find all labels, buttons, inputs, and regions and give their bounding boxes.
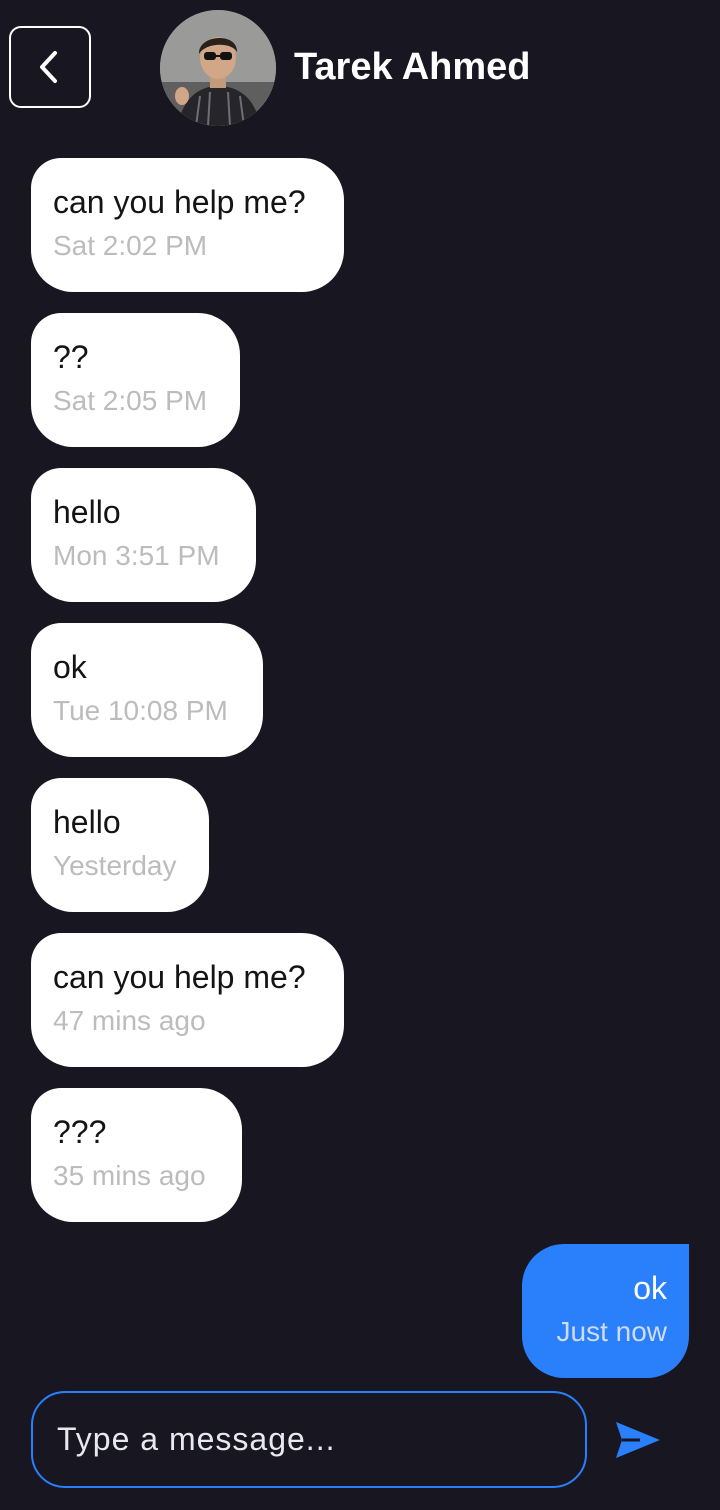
message-bubble-incoming[interactable]: can you help me? 47 mins ago bbox=[31, 933, 344, 1067]
message-text: ?? bbox=[53, 339, 89, 375]
send-button[interactable] bbox=[610, 1412, 666, 1468]
message-text: hello bbox=[53, 804, 121, 840]
chevron-left-icon bbox=[40, 51, 57, 83]
message-timestamp: Sat 2:02 PM bbox=[53, 230, 208, 261]
back-button[interactable] bbox=[9, 26, 91, 108]
message-text: ok bbox=[633, 1270, 667, 1306]
message-text: can you help me? bbox=[53, 184, 306, 220]
message-timestamp: Yesterday bbox=[53, 850, 177, 881]
message-text: ok bbox=[53, 649, 87, 685]
message-text: can you help me? bbox=[53, 959, 306, 995]
message-input[interactable]: Type a message... bbox=[31, 1391, 587, 1488]
chat-header: Tarek Ahmed bbox=[0, 0, 720, 136]
avatar[interactable] bbox=[160, 10, 276, 126]
message-bubble-incoming[interactable]: hello Yesterday bbox=[31, 778, 209, 912]
message-timestamp: Sat 2:05 PM bbox=[53, 385, 208, 416]
message-timestamp: Tue 10:08 PM bbox=[53, 695, 228, 726]
send-icon bbox=[616, 1422, 660, 1458]
message-bubble-incoming[interactable]: ?? Sat 2:05 PM bbox=[31, 313, 240, 447]
message-bubble-incoming[interactable]: hello Mon 3:51 PM bbox=[31, 468, 256, 602]
message-bubble-incoming[interactable]: ok Tue 10:08 PM bbox=[31, 623, 263, 757]
message-bubble-incoming[interactable]: ??? 35 mins ago bbox=[31, 1088, 242, 1222]
message-timestamp: Mon 3:51 PM bbox=[53, 540, 220, 571]
contact-name: Tarek Ahmed bbox=[294, 46, 531, 88]
message-bubble-incoming[interactable]: can you help me? Sat 2:02 PM bbox=[31, 158, 344, 292]
message-timestamp: 35 mins ago bbox=[53, 1160, 206, 1191]
message-timestamp: Just now bbox=[556, 1316, 668, 1347]
message-text: ??? bbox=[53, 1114, 107, 1150]
message-text: hello bbox=[53, 494, 121, 530]
message-bubble-outgoing[interactable]: ok Just now bbox=[522, 1244, 689, 1378]
message-timestamp: 47 mins ago bbox=[53, 1005, 206, 1036]
message-input-placeholder: Type a message... bbox=[57, 1421, 336, 1457]
